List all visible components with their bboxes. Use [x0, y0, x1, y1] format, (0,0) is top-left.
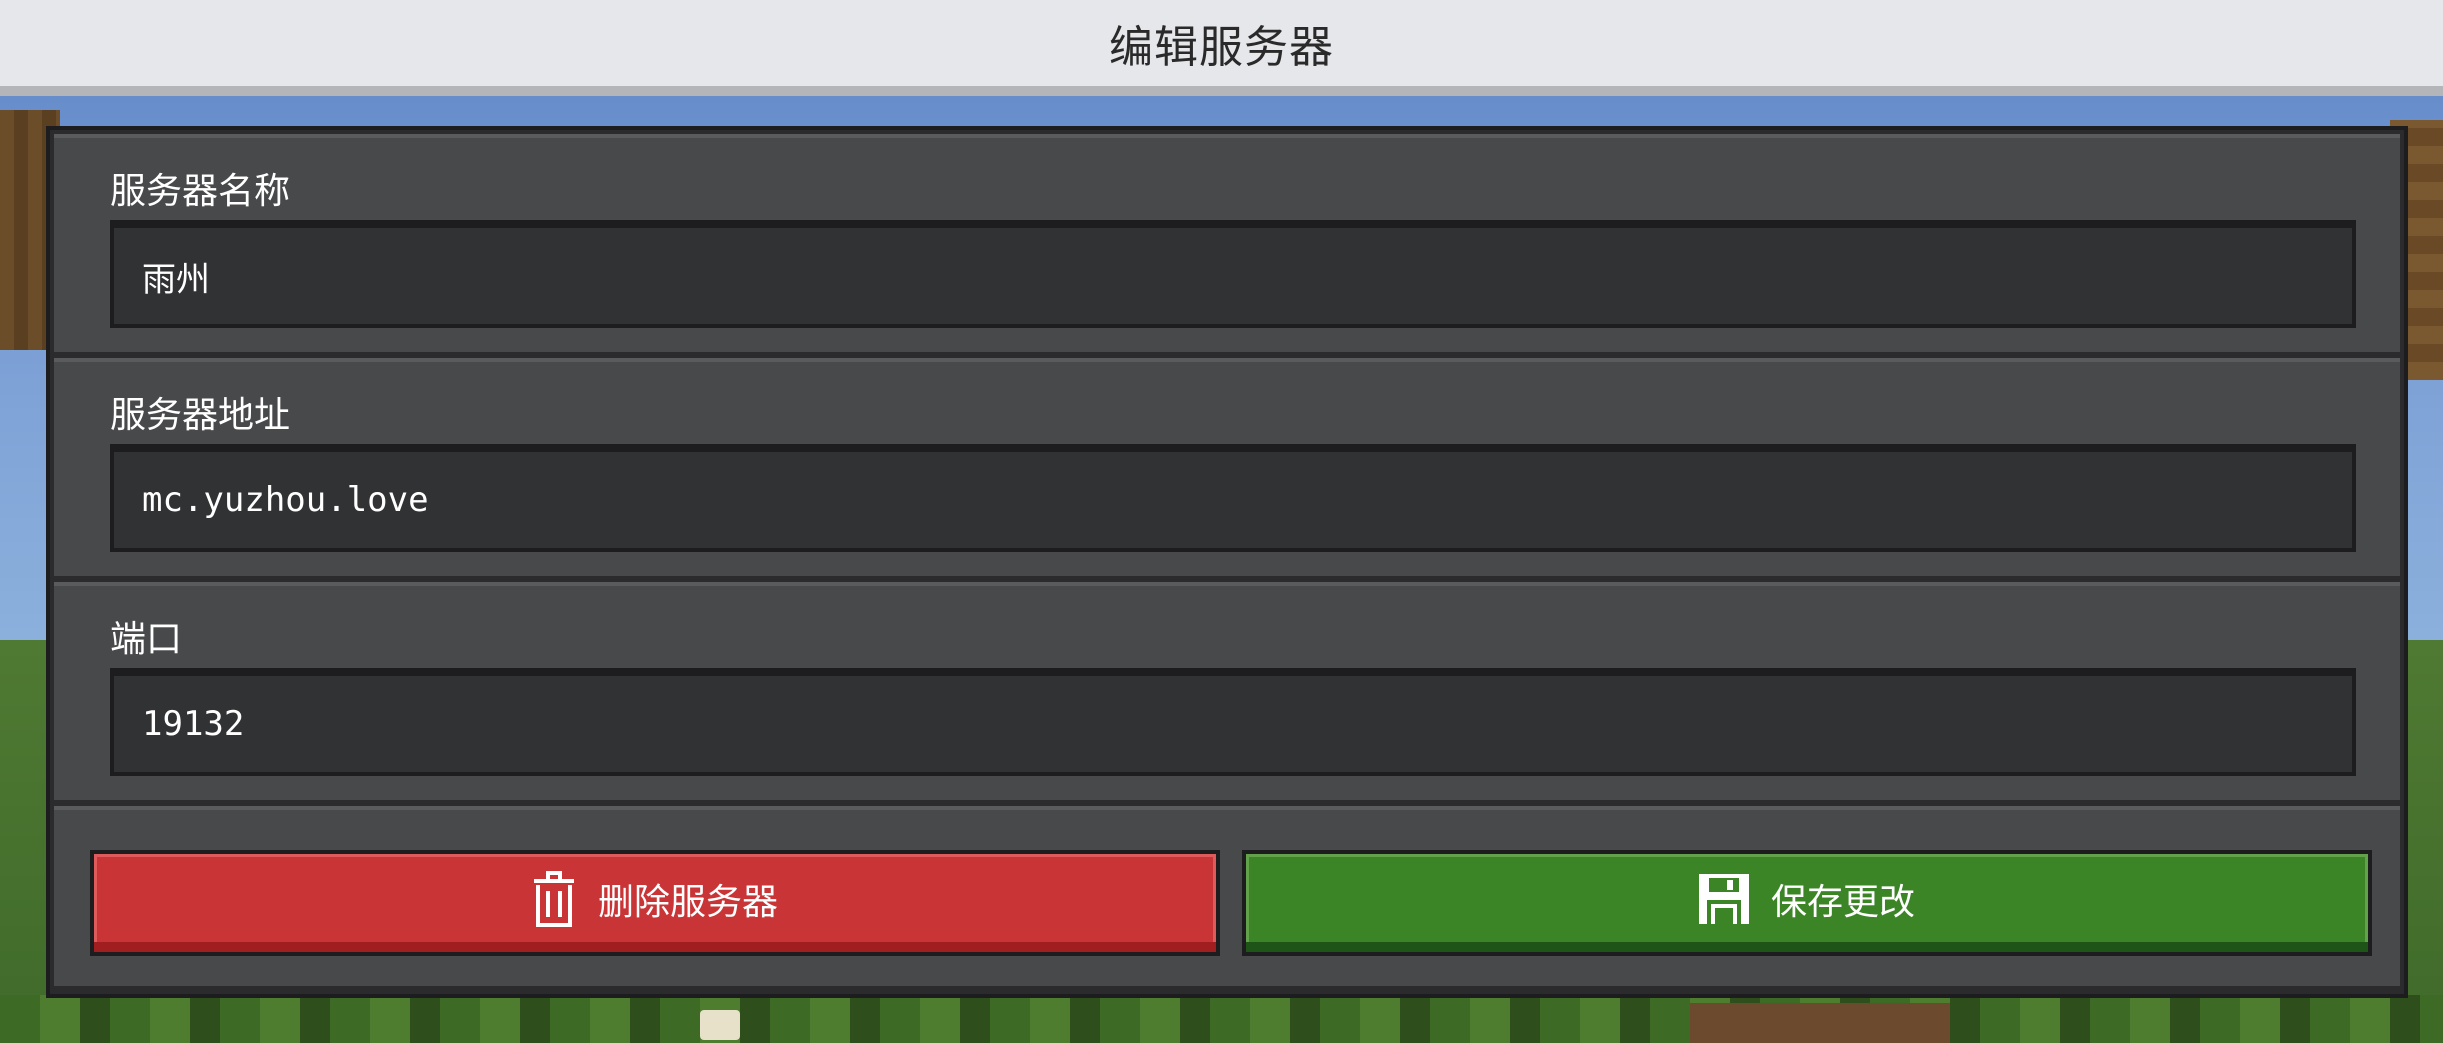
save-changes-label: 保存更改 [1770, 882, 1915, 923]
background-ground [0, 995, 2443, 1043]
server-address-section: 服务器地址 mc.yuzhou.love [54, 358, 2400, 576]
port-label: 端口 [110, 619, 183, 660]
title-bar: 编辑服务器 [0, 0, 2443, 96]
delete-server-label: 删除服务器 [597, 882, 778, 923]
server-name-section: 服务器名称 雨州 [54, 134, 2400, 352]
port-input[interactable]: 19132 [110, 668, 2356, 776]
port-section: 端口 19132 [54, 582, 2400, 800]
server-address-label: 服务器地址 [110, 395, 291, 436]
server-address-value: mc.yuzhou.love [142, 480, 429, 520]
trash-icon [532, 871, 576, 927]
background-dirt [1690, 1003, 1950, 1043]
port-value: 19132 [142, 704, 245, 744]
server-name-input[interactable]: 雨州 [110, 220, 2356, 328]
background-flower [700, 1010, 740, 1040]
page-title: 编辑服务器 [1109, 22, 1334, 73]
server-name-value: 雨州 [142, 259, 210, 300]
delete-server-button[interactable]: 删除服务器 [90, 850, 1220, 956]
save-changes-button[interactable]: 保存更改 [1242, 850, 2372, 956]
delete-button-content: 删除服务器 [532, 871, 778, 927]
actions-section: 删除服务器 保存更改 [54, 806, 2400, 986]
server-address-input[interactable]: mc.yuzhou.love [110, 444, 2356, 552]
floppy-disk-icon [1698, 874, 1749, 924]
save-button-content: 保存更改 [1698, 873, 1915, 925]
edit-server-panel: 服务器名称 雨州 服务器地址 mc.yuzhou.love 端口 19132 删… [46, 126, 2408, 998]
server-name-label: 服务器名称 [110, 171, 291, 212]
